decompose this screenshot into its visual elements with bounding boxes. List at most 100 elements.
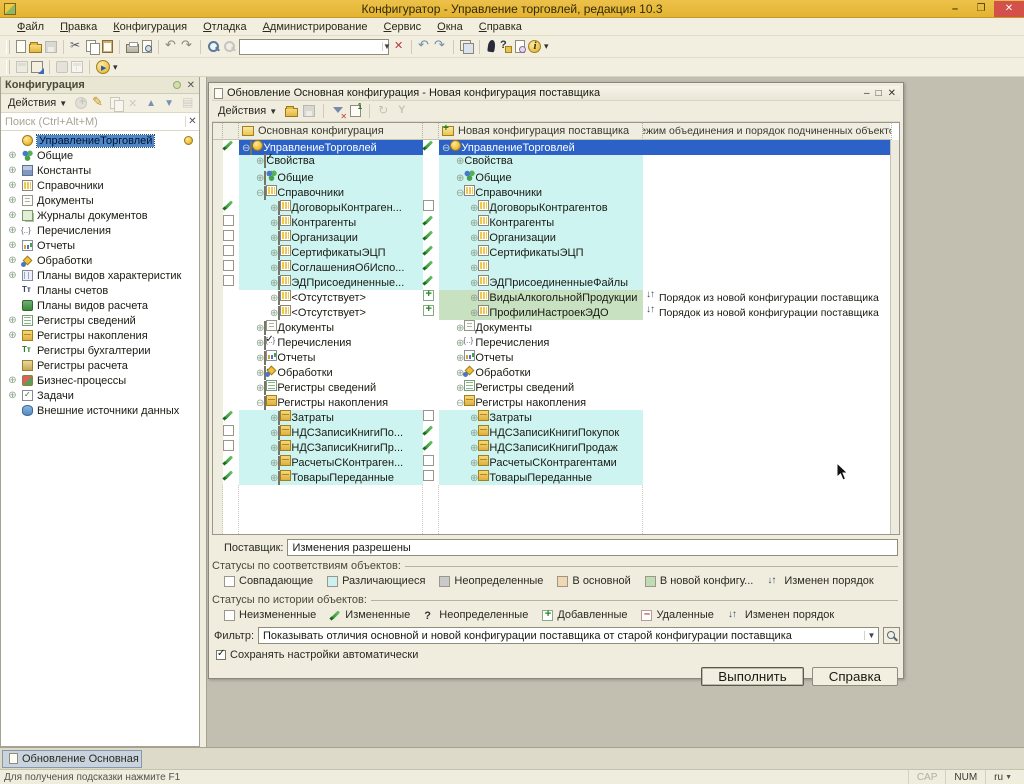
filter-search-button[interactable] — [883, 627, 900, 644]
new-object-cell[interactable]: ⊕Общие — [439, 170, 643, 185]
main-object-cell[interactable]: ⊕<Отсутствует> — [239, 290, 423, 305]
new-object-cell[interactable]: ⊕ДоговорыКонтрагентов — [439, 200, 643, 215]
main-object-cell[interactable]: ⊕ТоварыПереданные — [239, 470, 423, 485]
clear-search-icon[interactable]: ✕ — [185, 116, 199, 127]
close-button[interactable] — [994, 1, 1024, 17]
autosave-checkbox[interactable] — [216, 650, 226, 660]
new-object-cell[interactable]: ⊕Регистры сведений — [439, 380, 643, 395]
toolbar-grip[interactable] — [6, 60, 10, 74]
merge-mode-cell[interactable] — [643, 170, 892, 185]
open-conf-icon[interactable] — [31, 61, 43, 73]
comparison-row[interactable]: ⊕ДоговорыКонтраген...⊕ДоговорыКонтрагент… — [213, 200, 890, 215]
vertical-scrollbar[interactable] — [890, 140, 899, 534]
main-object-cell[interactable]: ⊖Регистры накопления — [239, 395, 423, 410]
minimize-button[interactable] — [942, 1, 968, 17]
merge-mode-cell[interactable] — [643, 185, 892, 200]
expand-icon[interactable]: ⊕ — [470, 278, 478, 289]
order-settings-icon[interactable] — [350, 105, 361, 117]
sidebar-item[interactable]: ⊕Задачи — [1, 388, 199, 403]
comparison-row[interactable]: ⊕<Отсутствует>⊕ПрофилиНастроекЭДОПорядок… — [213, 305, 890, 320]
menu-окна[interactable]: Окна — [430, 20, 470, 34]
paste-icon[interactable] — [102, 40, 113, 53]
filter-combobox[interactable]: ▼ — [258, 627, 879, 644]
comparison-row[interactable]: ⊕СертификатыЭЦП⊕СертификатыЭЦП — [213, 245, 890, 260]
window-tab[interactable]: Обновление Основная кон... — [2, 750, 142, 768]
dialog-minimize-icon[interactable]: – — [864, 88, 870, 99]
expand-icon[interactable]: ⊕ — [7, 180, 18, 191]
comparison-row[interactable]: ⊖Справочники⊖Справочники — [213, 185, 890, 200]
new-object-cell[interactable]: ⊕Затраты — [439, 410, 643, 425]
merge-mode-cell[interactable] — [643, 155, 892, 170]
new-object-cell[interactable]: ⊕РасчетыСКонтрагентами — [439, 455, 643, 470]
expand-icon[interactable]: ⊕ — [470, 263, 478, 274]
more-icon[interactable] — [113, 61, 121, 74]
expand-icon[interactable]: ⊕ — [470, 248, 478, 259]
expand-icon[interactable]: ⊕ — [7, 270, 18, 281]
expand-icon[interactable]: ⊕ — [470, 308, 478, 319]
menu-правка[interactable]: Правка — [53, 20, 104, 34]
expand-icon[interactable]: ⊕ — [470, 218, 478, 229]
new-object-cell[interactable]: ⊕Контрагенты — [439, 215, 643, 230]
expand-icon[interactable]: ⊕ — [470, 473, 478, 484]
sidebar-item[interactable]: ⊕Регистры сведений — [1, 313, 199, 328]
sidebar-item[interactable]: ⊕Обработки — [1, 253, 199, 268]
dialog-maximize-icon[interactable]: □ — [876, 88, 882, 99]
expand-icon[interactable]: ⊕ — [7, 315, 18, 326]
merge-mode-cell[interactable] — [643, 215, 892, 230]
comparison-row[interactable]: ⊖УправлениеТорговлей⊖УправлениеТорговлей — [213, 140, 890, 155]
new-object-cell[interactable]: ⊕ПрофилиНастроекЭДО — [439, 305, 643, 320]
comparison-row[interactable]: ⊕НДСЗаписиКнигиПр...⊕НДСЗаписиКнигиПрода… — [213, 440, 890, 455]
merge-mode-cell[interactable] — [643, 335, 892, 350]
run-debug-icon[interactable] — [96, 60, 110, 74]
new-object-cell[interactable]: ⊖Регистры накопления — [439, 395, 643, 410]
comparison-row[interactable]: ⊕Документы⊕Документы — [213, 320, 890, 335]
merge-mode-cell[interactable] — [643, 455, 892, 470]
comparison-row[interactable]: ⊕РасчетыСКонтраген...⊕РасчетыСКонтрагент… — [213, 455, 890, 470]
open-icon[interactable] — [285, 108, 298, 117]
up-icon[interactable] — [146, 97, 159, 110]
main-object-cell[interactable]: ⊕Обработки — [239, 365, 423, 380]
sidebar-item[interactable]: ⊕Документы — [1, 193, 199, 208]
dialog-close-icon[interactable]: ✕ — [888, 88, 896, 99]
expand-icon[interactable]: ⊕ — [7, 225, 18, 236]
new-object-cell[interactable]: ⊖УправлениеТорговлей — [439, 140, 643, 155]
check-back-icon[interactable] — [418, 40, 431, 53]
supplier-field[interactable] — [288, 542, 897, 554]
main-object-cell[interactable]: ⊕НДСЗаписиКнигиПр... — [239, 440, 423, 455]
expand-icon[interactable]: ⊕ — [7, 195, 18, 206]
merge-mode-cell[interactable] — [643, 425, 892, 440]
sidebar-item[interactable]: ⊕Справочники — [1, 178, 199, 193]
new-object-cell[interactable]: ⊕Перечисления — [439, 335, 643, 350]
sidebar-item[interactable]: ⊕Отчеты — [1, 238, 199, 253]
new-object-cell[interactable]: ⊕Свойства — [439, 155, 643, 170]
main-object-cell[interactable]: ⊕НДСЗаписиКнигиПо... — [239, 425, 423, 440]
menu-файл[interactable]: Файл — [10, 20, 51, 34]
sidebar-item[interactable]: Планы видов расчета — [1, 298, 199, 313]
actions-menu-button[interactable]: Действия▼ — [5, 96, 70, 110]
collapse-icon[interactable]: ⊖ — [442, 143, 450, 154]
sidebar-item[interactable]: ⊕Планы видов характеристик — [1, 268, 199, 283]
new-icon[interactable] — [16, 40, 26, 53]
comparison-row[interactable]: ⊕Обработки⊕Обработки — [213, 365, 890, 380]
comparison-row[interactable]: ⊖Регистры накопления ⊖Регистры накопления — [213, 395, 890, 410]
sidebar-item[interactable]: УправлениеТорговлей — [1, 133, 199, 148]
new-object-cell[interactable]: ⊕НДСЗаписиКнигиПокупок — [439, 425, 643, 440]
expand-icon[interactable]: ⊕ — [470, 203, 478, 214]
undo-icon[interactable] — [165, 40, 178, 53]
expand-icon[interactable]: ⊕ — [7, 150, 18, 161]
merge-mode-cell[interactable] — [643, 245, 892, 260]
pin-icon[interactable] — [173, 81, 181, 89]
help-search-icon[interactable] — [499, 40, 512, 53]
new-object-cell[interactable]: ⊕Организации — [439, 230, 643, 245]
merge-mode-cell[interactable] — [643, 380, 892, 395]
comparison-row[interactable]: ⊕СоглашенияОбИспо...⊕СоглашенияОбИспольз… — [213, 260, 890, 275]
expand-icon[interactable]: ⊕ — [7, 165, 18, 176]
main-object-cell[interactable]: ⊕Перечисления — [239, 335, 423, 350]
new-config-header[interactable]: Новая конфигурация поставщика — [439, 123, 643, 140]
comparison-row[interactable]: ⊕ТоварыПереданные⊕ТоварыПереданные — [213, 470, 890, 485]
comparison-row[interactable]: ⊕Отчеты⊕Отчеты — [213, 350, 890, 365]
info-icon[interactable] — [528, 40, 541, 53]
expand-icon[interactable]: ⊕ — [7, 210, 18, 221]
sidebar-item[interactable]: ⊕Журналы документов — [1, 208, 199, 223]
sidebar-item[interactable]: Регистры расчета — [1, 358, 199, 373]
